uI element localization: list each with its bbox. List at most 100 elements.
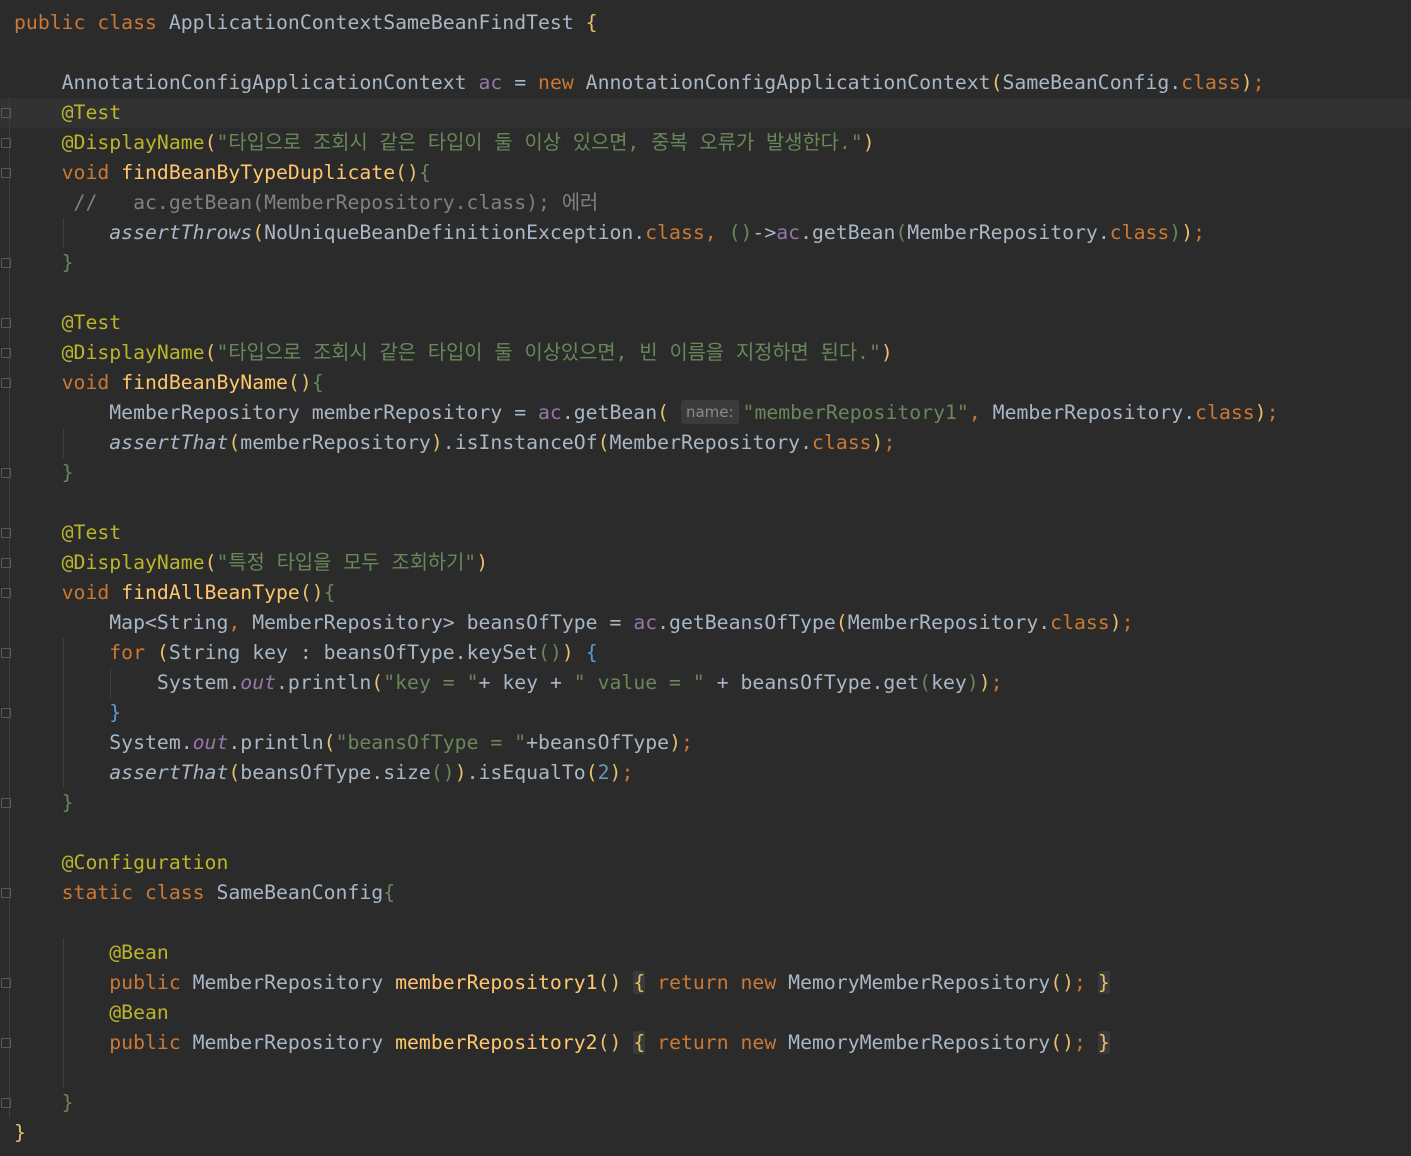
code-line[interactable]: void findBeanByName(){: [0, 368, 1411, 398]
fold-marker-icon[interactable]: [1, 1098, 11, 1108]
code-line[interactable]: System.out.println("key = "+ key + " val…: [0, 668, 1411, 698]
code-line[interactable]: Map<String, MemberRepository> beansOfTyp…: [0, 608, 1411, 638]
code-line[interactable]: AnnotationConfigApplicationContext ac = …: [0, 68, 1411, 98]
code-token: .println: [276, 671, 372, 694]
code-line[interactable]: @Test: [0, 98, 1411, 128]
fold-marker-icon[interactable]: [1, 1038, 11, 1048]
code-line[interactable]: MemberRepository memberRepository = ac.g…: [0, 398, 1411, 428]
code-token: assertThat: [14, 761, 229, 784]
code-line[interactable]: for (String key : beansOfType.keySet()) …: [0, 638, 1411, 668]
code-line[interactable]: [0, 38, 1411, 68]
fold-marker-icon[interactable]: [1, 798, 11, 808]
code-line[interactable]: }: [0, 248, 1411, 278]
code-line[interactable]: [0, 1058, 1411, 1088]
code-line[interactable]: }: [0, 458, 1411, 488]
fold-marker-icon[interactable]: [1, 468, 11, 478]
code-token: Map<String: [14, 611, 229, 634]
folded-code-brace[interactable]: }: [1097, 971, 1110, 994]
code-token: ;: [990, 671, 1003, 694]
code-token: ): [1254, 401, 1267, 424]
code-token: @Configuration: [14, 851, 229, 874]
fold-marker-icon[interactable]: [1, 378, 11, 388]
code-token: memberRepository: [240, 431, 431, 454]
code-line-text: @DisplayName("특정 타입을 모두 조회하기"): [14, 548, 489, 578]
fold-marker-icon[interactable]: [1, 258, 11, 268]
code-token: String key : beansOfType.keySet: [168, 641, 539, 664]
code-line[interactable]: }: [0, 1118, 1411, 1148]
code-line[interactable]: [0, 818, 1411, 848]
fold-marker-icon[interactable]: [1, 888, 11, 898]
code-token: }: [14, 1091, 74, 1114]
code-line[interactable]: public class ApplicationContextSameBeanF…: [0, 8, 1411, 38]
code-line[interactable]: public MemberRepository memberRepository…: [0, 1028, 1411, 1058]
code-token: (): [597, 971, 622, 994]
code-token: (: [228, 761, 241, 784]
code-token: ;: [621, 761, 634, 784]
code-line[interactable]: }: [0, 1088, 1411, 1118]
indent-guide: [63, 938, 64, 1088]
code-line-text: @DisplayName("타입으로 조회시 같은 타입이 둘 이상 있으면, …: [14, 128, 875, 158]
code-token: out: [240, 671, 277, 694]
code-token: .getBeansOfType: [657, 611, 836, 634]
fold-marker-icon[interactable]: [1, 138, 11, 148]
code-token: ): [966, 671, 979, 694]
code-line[interactable]: @Test: [0, 518, 1411, 548]
code-line[interactable]: void findBeanByTypeDuplicate(){: [0, 158, 1411, 188]
code-token: ac: [538, 401, 562, 424]
code-line-text: }: [14, 788, 74, 818]
code-line[interactable]: // ac.getBean(MemberRepository.class); 에…: [0, 188, 1411, 218]
folded-code-brace[interactable]: }: [1097, 1031, 1110, 1054]
code-line[interactable]: @DisplayName("타입으로 조회시 같은 타입이 둘 이상 있으면, …: [0, 128, 1411, 158]
code-line[interactable]: }: [0, 788, 1411, 818]
code-line[interactable]: public MemberRepository memberRepository…: [0, 968, 1411, 998]
code-token: ): [561, 641, 586, 664]
code-token: void: [14, 161, 122, 184]
code-line[interactable]: @Configuration: [0, 848, 1411, 878]
code-editor[interactable]: public class ApplicationContextSameBeanF…: [0, 0, 1411, 1156]
code-token: MemberRepository> beansOfType =: [252, 611, 634, 634]
code-token: void: [14, 581, 122, 604]
code-token: ): [669, 731, 681, 754]
code-line[interactable]: @DisplayName("타입으로 조회시 같은 타입이 둘 이상있으면, 빈…: [0, 338, 1411, 368]
code-token: ->: [752, 221, 777, 244]
code-line[interactable]: [0, 278, 1411, 308]
code-token: (): [728, 221, 753, 244]
code-token: ): [862, 131, 875, 154]
code-token: ;: [1193, 221, 1206, 244]
fold-marker-icon[interactable]: [1, 348, 11, 358]
code-line[interactable]: assertThat(beansOfType.size()).isEqualTo…: [0, 758, 1411, 788]
code-token: +beansOfType: [526, 731, 670, 754]
code-line[interactable]: @DisplayName("특정 타입을 모두 조회하기"): [0, 548, 1411, 578]
folded-code-brace[interactable]: {: [633, 1031, 646, 1054]
code-line[interactable]: [0, 488, 1411, 518]
code-token: System.: [14, 671, 241, 694]
folded-code-brace[interactable]: {: [633, 971, 646, 994]
fold-marker-icon[interactable]: [1, 558, 11, 568]
code-line-text: Map<String, MemberRepository> beansOfTyp…: [14, 608, 1133, 638]
code-line[interactable]: assertThat(memberRepository).isInstanceO…: [0, 428, 1411, 458]
fold-marker-icon[interactable]: [1, 108, 11, 118]
code-line[interactable]: [0, 908, 1411, 938]
code-token: public class: [14, 11, 169, 34]
code-line-text: void findBeanByName(){: [14, 368, 324, 398]
fold-marker-icon[interactable]: [1, 528, 11, 538]
code-token: public: [14, 971, 193, 994]
fold-marker-icon[interactable]: [1, 318, 11, 328]
fold-marker-icon[interactable]: [1, 168, 11, 178]
code-line[interactable]: }: [0, 698, 1411, 728]
code-line[interactable]: @Bean: [0, 938, 1411, 968]
code-line-text: assertThat(memberRepository).isInstanceO…: [14, 428, 895, 458]
code-line[interactable]: static class SameBeanConfig{: [0, 878, 1411, 908]
code-line-text: }: [14, 248, 74, 278]
code-line[interactable]: assertThrows(NoUniqueBeanDefinitionExcep…: [0, 218, 1411, 248]
code-line[interactable]: System.out.println("beansOfType = "+bean…: [0, 728, 1411, 758]
fold-marker-icon[interactable]: [1, 588, 11, 598]
code-token: "특정 타입을 모두 조회하기": [216, 551, 477, 574]
fold-marker-icon[interactable]: [1, 978, 11, 988]
code-token: assertThrows: [14, 221, 253, 244]
code-line[interactable]: @Test: [0, 308, 1411, 338]
fold-marker-icon[interactable]: [1, 708, 11, 718]
code-line[interactable]: @Bean: [0, 998, 1411, 1028]
code-line[interactable]: void findAllBeanType(){: [0, 578, 1411, 608]
fold-marker-icon[interactable]: [1, 648, 11, 658]
